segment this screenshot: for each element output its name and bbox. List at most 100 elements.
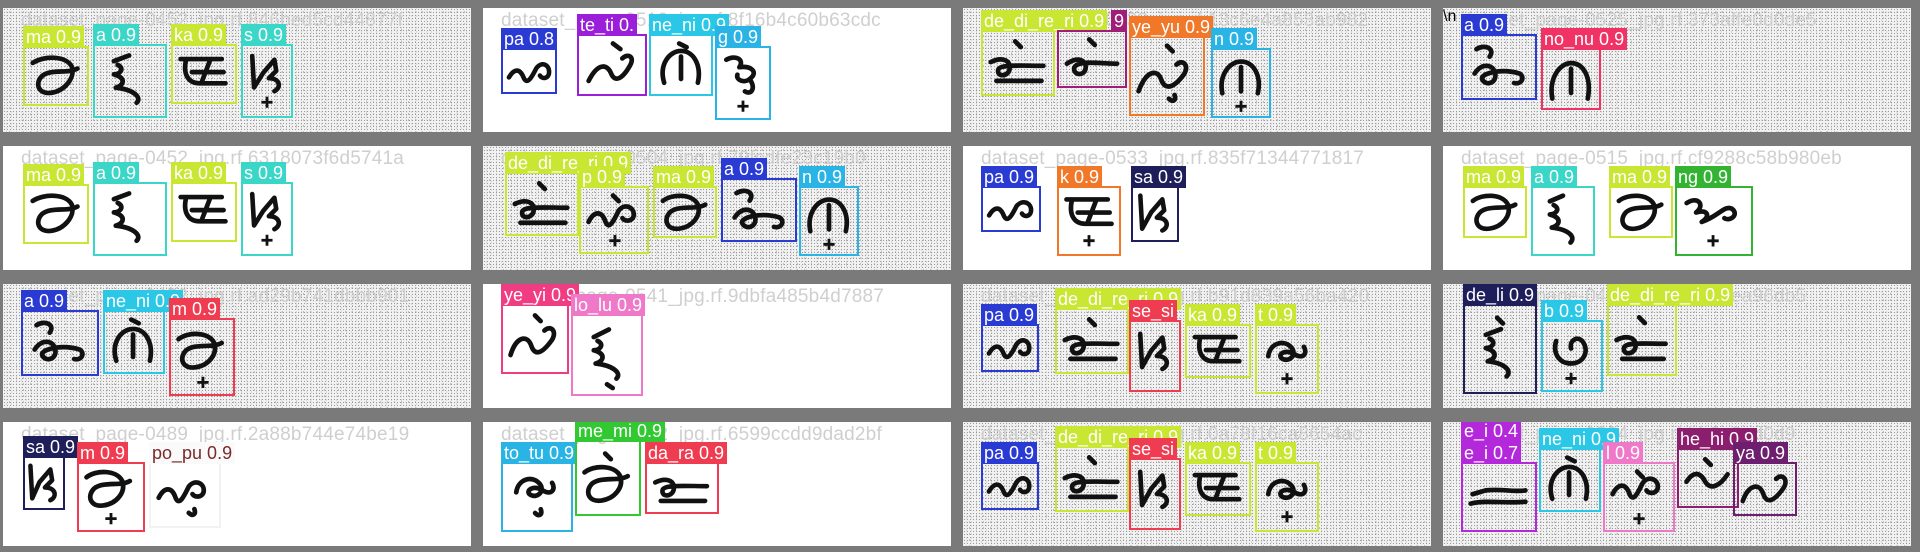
detection-label: ng 0.9: [1675, 166, 1732, 188]
detection-label: sa 0.9: [1131, 166, 1187, 188]
baybayin-pa-glyph: [986, 200, 1034, 222]
image-tile: dataset_page-0541_jpg.rf.9dbfa485b4d7887…: [483, 284, 951, 408]
detection-box: de_li 0.9: [1463, 284, 1538, 394]
baybayin-ni-glyph: [1548, 455, 1590, 502]
baybayin-ma-glyph: [30, 193, 80, 234]
detection-box: e_i 0.7: [1461, 442, 1537, 532]
baybayin-lu-glyph: [591, 327, 621, 391]
detection-box: ma 0.9: [653, 166, 717, 238]
detection-label: a 0.9: [1531, 166, 1578, 188]
detection-label: ma 0.9: [1609, 166, 1671, 188]
detection-box: a 0.9: [1461, 14, 1537, 100]
detection-label: a 0.9: [1461, 14, 1508, 36]
image-tile: dataset_page-0533_jpg.rf.835f71344771817…: [963, 146, 1431, 270]
detection-box: se_si: [1129, 438, 1181, 530]
baybayin-ka-glyph: [1064, 197, 1114, 247]
baybayin-ka-glyph: [1192, 472, 1242, 502]
detection-box: po_pu 0.9: [149, 442, 236, 528]
detection-label: g 0.9: [715, 26, 762, 48]
baybayin-pa-glyph: [986, 338, 1032, 360]
baybayin-mi-glyph: [582, 451, 631, 504]
baybayin-sa-glyph: [1138, 193, 1169, 233]
baybayin-di-glyph: [512, 181, 570, 226]
detection-box: t 0.9: [1255, 304, 1319, 394]
image-tile: dataset_page-0502_jpg.rf.0a78f16ca8654ac…: [963, 422, 1431, 546]
detection-label: a 0.9: [93, 162, 140, 184]
detection-label: s 0.9: [241, 162, 287, 184]
detection-box: e_i 0.4: [1461, 422, 1522, 444]
baybayin-la-glyph: [1610, 469, 1661, 525]
baybayin-a-glyph: [1472, 44, 1525, 86]
detection-box: ne_ni 0.9: [103, 290, 184, 374]
baybayin-ka-glyph: [1192, 334, 1242, 364]
baybayin-ta-glyph: [1265, 478, 1308, 523]
detection-box: b 0.9: [1541, 300, 1603, 392]
detection-label: ma 0.9: [23, 164, 85, 186]
detection-box: ma 0.9: [1463, 166, 1527, 238]
baybayin-nga-glyph: [1684, 197, 1738, 247]
detection-box: ma 0.9: [23, 26, 89, 106]
image-tile: dataset_page-0452_jpg.rf.846bed5cd44877f…: [3, 8, 471, 132]
detection-label: n 0.9: [799, 166, 846, 188]
detection-box: se_si: [1129, 300, 1181, 392]
image-tile: dataset_page-0496_jpg.rf.de46ea96db5 de_…: [1443, 284, 1911, 408]
detection-label: de_li 0.9: [1463, 284, 1538, 306]
detection-label: me_mi 0.9: [575, 422, 666, 442]
detection-box: to_tu 0.9: [501, 442, 578, 532]
detection-box: s 0.9: [241, 162, 293, 256]
detection-label: ye_yi 0.9: [501, 284, 580, 306]
baybayin-ni-glyph: [660, 41, 702, 86]
detection-label: t 0.9: [1255, 442, 1297, 464]
baybayin-sa-glyph: [249, 53, 282, 108]
detection-box: a 0.9: [93, 24, 167, 118]
baybayin-ga-glyph: [723, 55, 756, 112]
baybayin-ma-glyph: [660, 193, 708, 232]
detection-box: no_nu 0.9: [1541, 28, 1628, 110]
detection-box: sa 0.9: [1131, 166, 1187, 242]
baybayin-sa-glyph: [1137, 331, 1170, 372]
detection-box: s 0.9: [241, 24, 293, 118]
detection-box: t 0.9: [1255, 442, 1319, 532]
detection-box: ka 0.9: [171, 24, 237, 104]
detection-label: m 0.9: [169, 298, 221, 320]
detection-box: ma 0.9: [23, 164, 89, 244]
baybayin-a-glyph: [1547, 193, 1575, 245]
detection-label: 9: [1110, 10, 1127, 32]
image-tile: dataset_page-0504_jpg.rf.79fcdfe23c19b0 …: [483, 146, 951, 270]
tile-filename: dataset_page-0525_jpg.rf.373affe0d0de5: [1461, 10, 1817, 31]
detection-box: a 0.9: [721, 158, 797, 242]
detection-box: de_di_re_ri 0.9: [505, 152, 632, 236]
detection-box: l 0.9: [1603, 442, 1675, 532]
baybayin-na-glyph: [1219, 59, 1262, 112]
detection-box: pa 0.9: [981, 304, 1039, 372]
image-tile: dataset_page-0504_jpg.rf.bb6e8ed0d9 e_i …: [1443, 422, 1911, 546]
baybayin-yi-glyph: [1136, 43, 1189, 104]
detection-box: ng 0.9: [1675, 166, 1753, 256]
image-tile: dataset_page-0512_jpg.rf.6599ccdd9dad2bf…: [483, 422, 951, 546]
image-tile: dataset_page-0515_jpg.rf.cf9288c58b980eb…: [1443, 146, 1911, 270]
baybayin-ni-glyph: [112, 317, 154, 364]
baybayin-di-glyph: [1614, 315, 1668, 362]
detection-box: k 0.9: [1057, 166, 1121, 256]
baybayin-a-glyph: [111, 53, 141, 106]
detection-box: n 0.9: [1211, 28, 1271, 118]
detection-label: a 0.9: [93, 24, 140, 46]
baybayin-pa-glyph: [586, 193, 637, 247]
detection-label: pa 0.9: [981, 442, 1038, 464]
detection-box: ya 0.9: [1733, 442, 1797, 516]
detection-label: b 0.9: [1541, 300, 1588, 322]
detection-label: da_ra 0.9: [645, 442, 728, 464]
detection-label: a 0.9: [21, 290, 68, 312]
baybayin-na-glyph: [807, 197, 850, 250]
baybayin-ma-glyph: [176, 331, 225, 388]
detection-label: k 0.9: [1057, 166, 1103, 188]
image-tile: dataset_page-0452_jpg.rf.6318073f6d5741a…: [3, 146, 471, 270]
image-tile: dataset_page-0452_jpg.rf.ad29b741dbbb901…: [3, 284, 471, 408]
baybayin-ma-glyph: [30, 55, 80, 96]
baybayin-ka-glyph: [178, 194, 228, 224]
detection-box: ma 0.9: [1609, 166, 1673, 238]
detection-label: m 0.9: [77, 442, 129, 464]
baybayin-li-glyph: [1483, 315, 1511, 379]
image-tile: dataset_page-0533_jpg.rf.13c6e4a853ab982…: [963, 8, 1431, 132]
detection-label: ye_yu 0.9: [1129, 16, 1214, 38]
